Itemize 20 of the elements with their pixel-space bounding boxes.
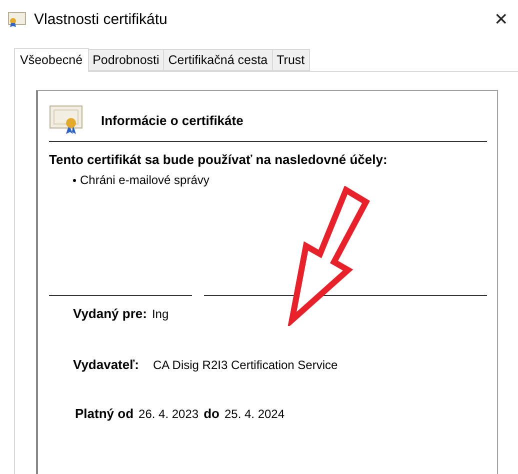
- issuer-label: Vydavateľ:: [73, 357, 139, 372]
- close-button[interactable]: ✕: [494, 8, 508, 30]
- tab[interactable]: Podrobnosti: [88, 49, 164, 71]
- valid-to-date: 25. 4. 2024: [224, 407, 285, 421]
- certificate-icon: [49, 105, 83, 135]
- issued-to-value: Ing: [152, 307, 169, 321]
- valid-to-label: do: [204, 406, 220, 421]
- issued-to-label: Vydaný pre:: [73, 306, 147, 321]
- tab[interactable]: Všeobecné: [14, 48, 89, 72]
- valid-from-label: Platný od: [75, 406, 134, 421]
- window-title: Vlastnosti certifikátu: [34, 10, 168, 28]
- bullet-icon: [73, 178, 76, 182]
- valid-from-date: 26. 4. 2023: [138, 407, 199, 421]
- purpose-title: Tento certifikát sa bude používať na nasledovné účely:: [49, 152, 388, 167]
- section-heading: Informácie o certifikáte: [101, 112, 244, 128]
- purpose-item: Chráni e-mailové správy: [80, 173, 210, 187]
- certificate-icon: [8, 12, 26, 26]
- tab[interactable]: Trust: [272, 49, 310, 71]
- issuer-value: CA Disig R2I3 Certification Service: [152, 358, 338, 372]
- tab[interactable]: Certifikačná cesta: [163, 49, 273, 71]
